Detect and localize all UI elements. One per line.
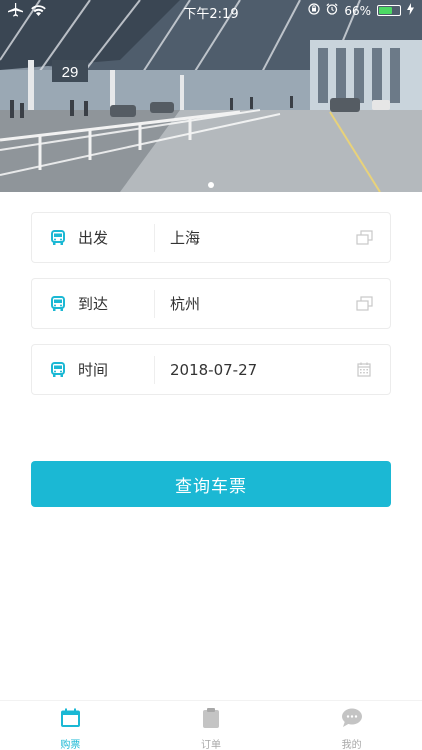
- bus-icon: [38, 361, 78, 378]
- alarm-icon: [326, 3, 338, 18]
- gate-number: 29: [62, 64, 79, 81]
- departure-label: 出发: [78, 229, 109, 247]
- search-tickets-button[interactable]: 查询车票: [31, 461, 391, 507]
- bus-icon: [38, 295, 78, 312]
- carousel-dot[interactable]: [208, 182, 214, 188]
- arrival-city[interactable]: 杭州: [155, 293, 344, 314]
- tab-orders[interactable]: 订单: [141, 701, 282, 750]
- date-label: 时间: [78, 361, 109, 379]
- arrival-label: 到达: [78, 295, 109, 313]
- tab-buy-tickets[interactable]: 购票: [0, 701, 141, 750]
- terminal-photo: 29: [0, 0, 422, 192]
- tab-label: 我的: [341, 740, 362, 750]
- status-bar: 下午2:19 66%: [0, 0, 422, 22]
- swap-icon[interactable]: [344, 296, 384, 311]
- rotation-lock-icon: [308, 3, 320, 18]
- tab-label: 购票: [60, 740, 81, 750]
- chat-bubble-icon: [341, 708, 363, 732]
- departure-city[interactable]: 上海: [155, 227, 344, 248]
- swap-icon[interactable]: [344, 230, 384, 245]
- battery-icon: [377, 5, 401, 16]
- tab-bar: 购票 订单 我的: [0, 700, 422, 750]
- hero-banner[interactable]: 29: [0, 0, 422, 192]
- battery-percent: 66%: [344, 3, 371, 18]
- charging-icon: [407, 3, 414, 18]
- date-row[interactable]: 时间 2018-07-27: [31, 344, 391, 395]
- travel-date[interactable]: 2018-07-27: [155, 361, 344, 379]
- arrival-row[interactable]: 到达 杭州: [31, 278, 391, 329]
- clipboard-icon: [202, 708, 220, 732]
- tab-profile[interactable]: 我的: [281, 701, 422, 750]
- calendar-icon[interactable]: [344, 362, 384, 377]
- battery-fill: [379, 7, 393, 14]
- bus-icon: [38, 229, 78, 246]
- calendar-icon: [60, 708, 81, 732]
- tab-label: 订单: [201, 740, 221, 750]
- carousel-indicator: [0, 182, 422, 188]
- departure-row[interactable]: 出发 上海: [31, 212, 391, 263]
